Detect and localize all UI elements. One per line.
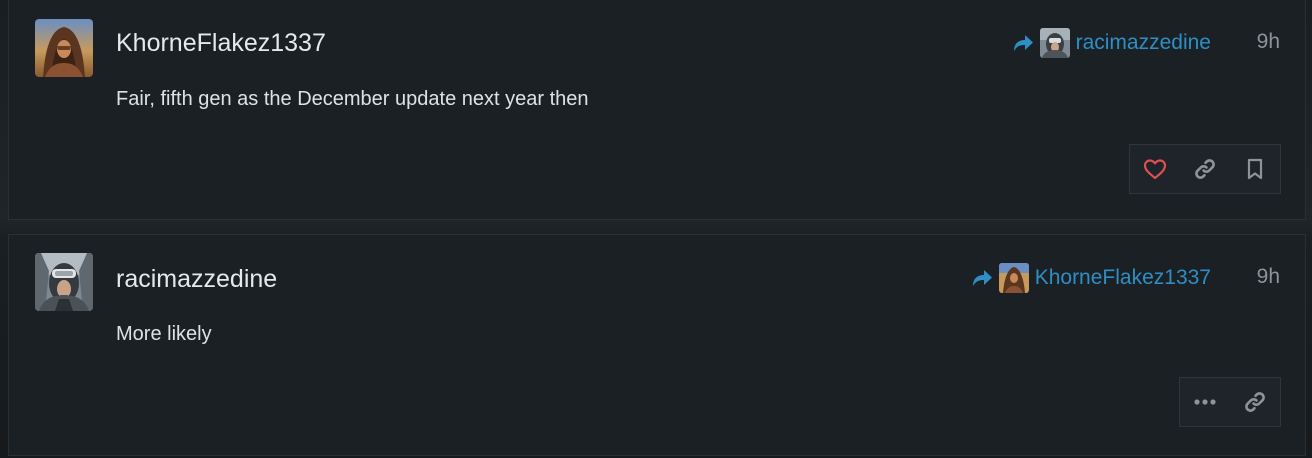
reply-to-avatar	[1039, 28, 1070, 58]
post-timestamp[interactable]: 9h	[1257, 265, 1280, 289]
more-icon	[1194, 399, 1216, 405]
bookmark-button[interactable]	[1235, 149, 1275, 189]
user-avatar[interactable]	[35, 19, 93, 77]
post-actions	[1129, 144, 1281, 194]
more-options-button[interactable]	[1185, 382, 1225, 422]
link-icon	[1245, 392, 1265, 412]
like-icon	[1143, 159, 1167, 180]
reply-to-link[interactable]: KhorneFlakez1337	[971, 262, 1211, 294]
post-username[interactable]: KhorneFlakez1337	[116, 29, 326, 58]
reply-to-link[interactable]: racimazzedine	[1012, 27, 1211, 59]
copy-link-button[interactable]	[1185, 149, 1225, 189]
like-button[interactable]	[1135, 149, 1175, 189]
post-timestamp[interactable]: 9h	[1257, 30, 1280, 54]
reply-to-avatar	[998, 263, 1029, 293]
bookmark-icon	[1247, 158, 1263, 180]
post-actions	[1179, 377, 1281, 427]
reply-to-username: racimazzedine	[1075, 31, 1211, 54]
link-icon	[1195, 159, 1215, 179]
reply-arrow-icon	[972, 270, 992, 286]
post-body: Fair, fifth gen as the December update n…	[116, 88, 589, 110]
post: KhorneFlakez1337 racimazzedine 9h Fair, …	[8, 0, 1306, 220]
post-body: More likely	[116, 323, 212, 345]
post: racimazzedine KhorneFlakez1337 9h More l…	[8, 234, 1306, 456]
post-username[interactable]: racimazzedine	[116, 265, 277, 294]
reply-arrow-icon	[1013, 35, 1033, 51]
reply-to-username: KhorneFlakez1337	[1034, 266, 1211, 289]
copy-link-button[interactable]	[1235, 382, 1275, 422]
user-avatar[interactable]	[35, 253, 93, 311]
